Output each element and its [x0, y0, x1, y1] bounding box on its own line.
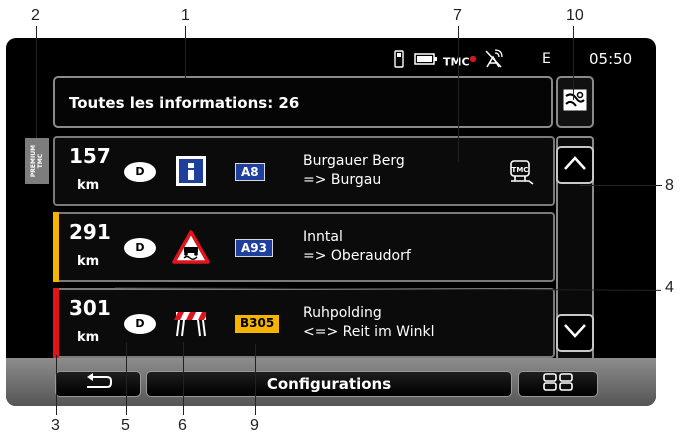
leader-line-3 — [56, 355, 57, 415]
grid-menu-icon — [543, 373, 573, 395]
location-line-2: => Burgau — [303, 172, 382, 188]
location-line-1: Inntal — [303, 229, 343, 245]
slippery-road-icon — [171, 228, 211, 266]
road-number-badge: A93 — [235, 239, 273, 257]
callout-7: 7 — [453, 7, 462, 24]
callout-9: 9 — [250, 417, 259, 434]
list-item[interactable]: 157 km D A8 Burgauer Berg => Burgau TMC — [53, 136, 555, 206]
location-line-2: <=> Reit im Winkl — [303, 324, 435, 340]
callout-5: 5 — [121, 417, 130, 434]
page-title: Toutes les informations: 26 — [69, 94, 300, 112]
callout-1: 1 — [181, 7, 190, 24]
bottom-toolbar: Configurations — [6, 358, 656, 406]
road-number-badge: A8 — [235, 163, 265, 181]
list-item[interactable]: 291 km D A93 Inntal => Oberaudorf — [53, 212, 555, 282]
tmc-label: TMC — [37, 153, 44, 169]
chevron-down-icon — [563, 323, 587, 343]
premium-tmc-tag: PREMIUM TMC — [25, 138, 49, 184]
callout-6: 6 — [178, 417, 187, 434]
callout-3: 3 — [51, 417, 60, 434]
configurations-button[interactable]: Configurations — [146, 371, 512, 397]
country-badge: D — [124, 314, 156, 334]
chevron-up-icon — [563, 155, 587, 175]
info-count-header: Toutes les informations: 26 — [53, 76, 553, 128]
navigation-screen: TMC● E 05:50 Toutes les informations: 26… — [6, 38, 656, 406]
battery-icon — [414, 48, 440, 70]
leader-line-7 — [458, 26, 459, 162]
scroll-down-button[interactable] — [556, 314, 594, 352]
list-item[interactable]: 301 km D B305 Ruhpolding <=> Reit im Win… — [53, 288, 555, 358]
gps-antenna-icon — [483, 48, 505, 70]
road-number-badge: B305 — [235, 315, 280, 333]
clock: 05:50 — [589, 50, 633, 68]
location-line-2: => Oberaudorf — [303, 248, 411, 264]
roadworks-barrier-icon — [171, 304, 211, 342]
phone-icon — [394, 48, 404, 70]
leader-line-5 — [126, 342, 127, 415]
callout-2: 2 — [31, 7, 40, 24]
location-line-1: Burgauer Berg — [303, 153, 405, 169]
tmc-traffic-icon: TMC — [505, 158, 535, 192]
premium-label: PREMIUM — [30, 144, 37, 178]
location-text: Burgauer Berg => Burgau — [303, 152, 405, 190]
callout-10: 10 — [566, 7, 584, 24]
location-text: Ruhpolding <=> Reit im Winkl — [303, 304, 434, 342]
distance-value: 291 — [69, 220, 111, 244]
distance-value: 157 — [69, 144, 111, 168]
distance-value: 301 — [69, 296, 111, 320]
leader-line-6 — [183, 342, 184, 415]
location-line-1: Ruhpolding — [303, 305, 382, 321]
leader-line-1 — [185, 26, 186, 78]
svg-text:TMC: TMC — [512, 166, 529, 174]
callout-4: 4 — [665, 279, 674, 296]
leader-line-10 — [573, 26, 574, 100]
severity-indicator-red — [53, 288, 59, 358]
distance-unit: km — [77, 330, 100, 345]
scroll-up-button[interactable] — [556, 146, 594, 184]
country-badge: D — [124, 238, 156, 258]
menu-button[interactable] — [518, 371, 598, 397]
country-badge: D — [124, 162, 156, 182]
back-arrow-icon — [81, 373, 115, 395]
distance-unit: km — [77, 254, 100, 269]
location-text: Inntal => Oberaudorf — [303, 228, 411, 266]
tmc-status: TMC● — [443, 54, 477, 69]
configurations-label: Configurations — [266, 375, 392, 393]
info-icon — [171, 152, 211, 190]
gps-status-e: E — [542, 51, 551, 67]
severity-indicator-yellow — [53, 212, 59, 282]
map-button[interactable] — [556, 76, 594, 128]
leader-line-8 — [580, 185, 662, 186]
leader-line-9 — [255, 344, 256, 415]
distance-unit: km — [77, 178, 100, 193]
callout-8: 8 — [665, 177, 674, 194]
back-button[interactable] — [55, 371, 141, 397]
leader-line-2 — [36, 26, 37, 138]
map-icon — [562, 88, 588, 116]
